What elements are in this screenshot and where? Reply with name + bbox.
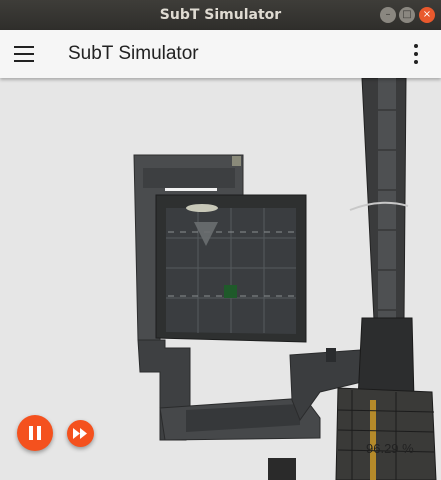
maximize-button[interactable]: □ [399, 7, 415, 23]
hamburger-menu-icon[interactable] [14, 46, 34, 62]
minimize-button[interactable]: – [380, 7, 396, 23]
scene-render [133, 78, 437, 480]
tunnel-light [165, 188, 217, 191]
tunnel-north-floor [143, 168, 235, 188]
real-time-factor: 96.29 % [366, 441, 414, 456]
fast-forward-button[interactable] [67, 420, 94, 447]
pause-icon [29, 426, 33, 440]
window-titlebar: SubT Simulator – □ × [0, 0, 441, 30]
elevator-structure [335, 387, 437, 480]
window-title: SubT Simulator [159, 7, 282, 23]
more-vert-icon[interactable] [408, 43, 424, 65]
robot-marker [224, 285, 237, 298]
scene-viewport[interactable] [0, 78, 441, 480]
shaft-base [357, 317, 415, 401]
close-button[interactable]: × [419, 7, 435, 23]
fast-forward-icon [73, 428, 87, 439]
pause-button[interactable] [17, 415, 53, 451]
app-toolbar: SubT Simulator [0, 30, 441, 78]
app-title: SubT Simulator [68, 43, 199, 64]
